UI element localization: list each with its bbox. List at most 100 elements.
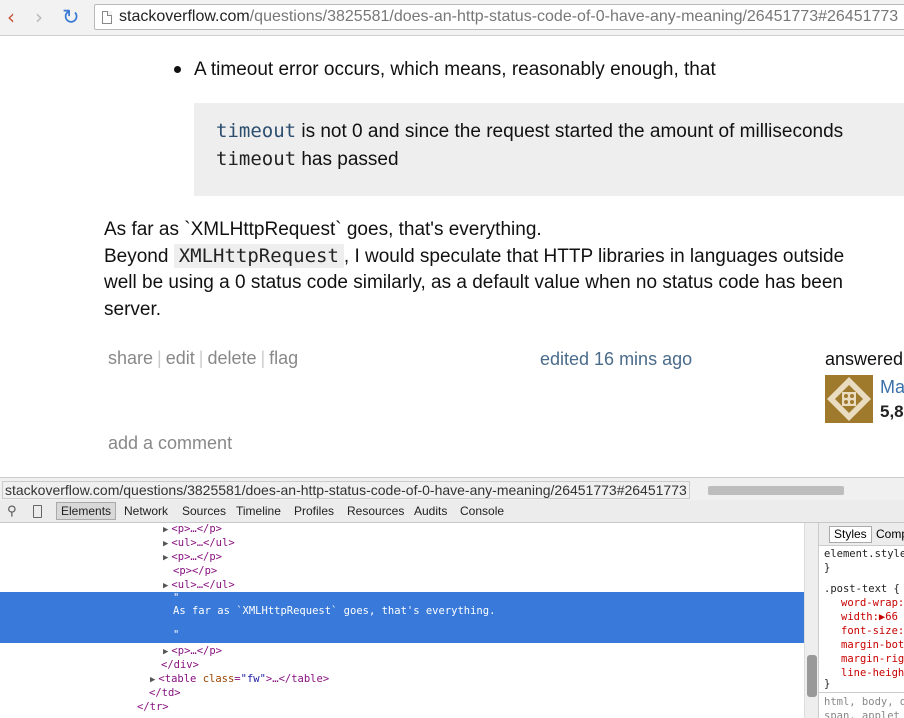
list-item-text: A timeout error occurs, which means, rea…	[194, 59, 716, 80]
node-attr-name: class	[202, 673, 235, 685]
url-text[interactable]: stackoverflow.com/questions/3825581/does…	[119, 8, 898, 26]
status-bar: stackoverflow.com/questions/3825581/does…	[0, 477, 904, 500]
inline-code: XMLHttpRequest	[173, 244, 344, 268]
node-tag: <ul>…</ul>	[171, 579, 235, 591]
reload-icon[interactable]: ↻	[62, 6, 80, 28]
page-content: A timeout error occurs, which means, rea…	[0, 36, 904, 476]
dom-node[interactable]: ▶ <table class="fw">…</table>	[150, 673, 329, 685]
style-property[interactable]: margin-rig	[841, 653, 904, 665]
text-node-quote: "	[173, 592, 180, 604]
tab-styles[interactable]: Styles	[829, 526, 872, 543]
styles-tab-bar: Styles Comp	[819, 523, 904, 546]
dom-node[interactable]: ▶ <p>…</p>	[163, 645, 222, 657]
node-tag: <ul>…</ul>	[171, 537, 235, 549]
dom-node[interactable]: <p></p>	[173, 565, 217, 577]
paragraph-line: As far as `XMLHttpRequest` goes, that's …	[104, 219, 542, 240]
add-comment-link[interactable]: add a comment	[108, 433, 232, 454]
vertical-scrollbar[interactable]	[804, 523, 819, 718]
style-rule-selector[interactable]: .post-text {	[824, 583, 900, 595]
node-tag: <table	[158, 673, 203, 685]
menu-separator: |	[157, 348, 162, 368]
node-attr-value: "fw"	[240, 673, 266, 685]
page-icon	[102, 11, 112, 24]
delete-link[interactable]: delete	[207, 348, 256, 368]
expand-triangle-icon[interactable]: ▶	[163, 581, 168, 591]
quote-line: timeout is not 0 and since the request s…	[216, 120, 843, 143]
share-link[interactable]: share	[108, 348, 153, 368]
node-tag: <p>…</p>	[171, 645, 222, 657]
paragraph-line: server.	[104, 299, 162, 320]
paragraph-line: well be using a 0 status code similarly,…	[104, 272, 843, 293]
paragraph-line: Beyond XMLHttpRequest, I would speculate…	[104, 244, 845, 268]
paragraph-text: , I would speculate that HTTP libraries …	[343, 246, 845, 267]
url-host: stackoverflow.com	[119, 8, 250, 25]
style-rule-selector[interactable]: html, body, d	[824, 696, 904, 708]
url-path: /questions/3825581/does-an-http-status-c…	[249, 8, 899, 25]
forward-arrow-icon[interactable]: ›	[35, 6, 43, 28]
style-property[interactable]: word-wrap:	[841, 597, 904, 609]
tab-audits[interactable]: Audits	[414, 504, 447, 518]
bullet-dot	[174, 66, 181, 73]
inline-code: timeout	[216, 148, 297, 170]
menu-separator: |	[260, 348, 266, 368]
answered-label: answered	[825, 349, 904, 369]
node-tag: <p>…</p>	[171, 523, 222, 535]
dom-node[interactable]: ▶ <p>…</p>	[163, 523, 222, 535]
horizontal-scrollbar[interactable]	[708, 486, 844, 495]
dom-node[interactable]: ▶ <p>…</p>	[163, 551, 222, 563]
edit-link[interactable]: edit	[166, 348, 195, 368]
expand-triangle-icon[interactable]: ▶	[150, 675, 155, 685]
flag-link[interactable]: flag	[269, 348, 298, 368]
inspect-search-icon[interactable]: ⚲	[7, 504, 17, 519]
scrollbar-thumb[interactable]	[807, 655, 817, 697]
quote-text: is not 0 and since the request started t…	[296, 121, 844, 142]
back-arrow-icon[interactable]: ‹	[7, 6, 15, 28]
dom-node[interactable]: ▶ <ul>…</ul>	[163, 537, 235, 549]
expand-triangle-icon[interactable]: ▶	[163, 525, 168, 535]
expand-triangle-icon[interactable]: ▶	[163, 553, 168, 563]
styles-pane: Styles Comp element.style } .post-text {…	[818, 523, 904, 718]
style-rule-selector[interactable]: span, applet	[824, 710, 900, 718]
user-avatar[interactable]	[825, 375, 873, 423]
user-name-link[interactable]: Ma	[880, 377, 904, 398]
blockquote: timeout is not 0 and since the request s…	[194, 103, 904, 196]
style-property[interactable]: font-size:	[841, 625, 904, 637]
style-rule-selector[interactable]: element.style	[824, 548, 904, 560]
status-url: stackoverflow.com/questions/3825581/does…	[2, 481, 690, 499]
post-menu: share | edit | delete | flag	[108, 348, 298, 369]
edited-link[interactable]: edited 16 mins ago	[540, 349, 692, 370]
tab-network[interactable]: Network	[124, 504, 168, 518]
style-property[interactable]: margin-bot	[841, 639, 904, 651]
address-bar[interactable]: stackoverflow.com/questions/3825581/does…	[94, 4, 904, 30]
browser-toolbar: ‹ › ↻ stackoverflow.com/questions/382558…	[0, 0, 904, 36]
user-reputation: 5,8	[880, 402, 904, 421]
dom-node[interactable]: </td>	[149, 687, 181, 699]
expand-triangle-icon[interactable]: ▶	[163, 647, 168, 657]
text-node-quote: "	[173, 629, 180, 641]
menu-separator: |	[198, 348, 204, 368]
node-tag: <p>…</p>	[171, 551, 222, 563]
tab-sources[interactable]: Sources	[182, 504, 226, 518]
style-rule-brace: }	[824, 678, 831, 690]
expand-triangle-icon[interactable]: ▶	[163, 539, 168, 549]
text-node: As far as `XMLHttpRequest` goes, that's …	[173, 605, 496, 617]
elements-tree: ▶ <p>…</p> ▶ <ul>…</ul> ▶ <p>…</p> <p></p> …	[0, 523, 804, 718]
node-tag: >…</table>	[265, 673, 330, 685]
style-property[interactable]: width:▶66	[841, 611, 898, 623]
tab-elements[interactable]: Elements	[56, 502, 117, 520]
selected-dom-node[interactable]: " As far as `XMLHttpRequest` goes, that'…	[0, 592, 804, 643]
devtools-tab-bar: ⚲ Elements Network Sources Timeline Prof…	[0, 500, 904, 523]
divider	[819, 692, 904, 693]
tab-timeline[interactable]: Timeline	[236, 504, 281, 518]
dom-node[interactable]: </div>	[161, 659, 199, 671]
style-property[interactable]: line-heigh	[841, 667, 904, 679]
quote-line: timeout has passed	[216, 148, 399, 171]
device-mode-icon[interactable]	[33, 505, 42, 518]
dom-node[interactable]: ▶ <ul>…</ul>	[163, 579, 235, 591]
style-rule-brace: }	[824, 562, 831, 574]
tab-profiles[interactable]: Profiles	[294, 504, 334, 518]
tab-console[interactable]: Console	[460, 504, 504, 518]
tab-computed[interactable]: Comp	[876, 527, 904, 541]
tab-resources[interactable]: Resources	[347, 504, 404, 518]
dom-node[interactable]: </tr>	[137, 701, 169, 713]
